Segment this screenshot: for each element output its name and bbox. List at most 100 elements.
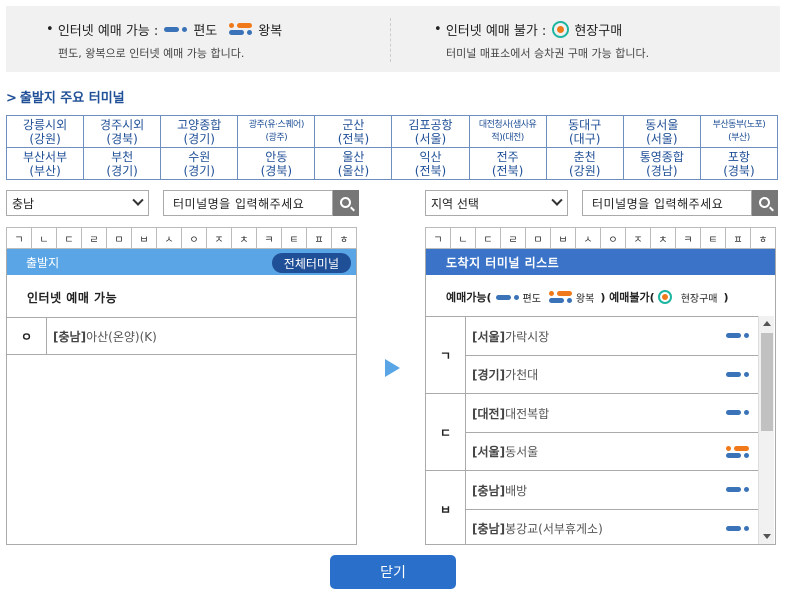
initial-consonant: ㅇ bbox=[7, 318, 47, 354]
consonant-filter-5[interactable]: ㅂ bbox=[550, 227, 576, 249]
arrival-header: 도착지 터미널 리스트 bbox=[426, 249, 775, 275]
list-item[interactable]: [충남] 봉강교(서부휴게소) bbox=[466, 509, 758, 544]
consonant-filter-2[interactable]: ㄷ bbox=[56, 227, 82, 249]
list-item[interactable]: [경기] 가천대 bbox=[466, 355, 758, 393]
departure-subheader: 인터넷 예매 가능 bbox=[27, 291, 118, 305]
consonant-filter-12[interactable]: ㅍ bbox=[306, 227, 332, 249]
consonant-filter-11[interactable]: ㅌ bbox=[281, 227, 307, 249]
list-item[interactable]: ㅇ [충남] 아산(온양)(K) bbox=[7, 317, 356, 355]
oneway-icon bbox=[726, 370, 750, 378]
major-terminal-cell[interactable]: 경주시외 (경북) bbox=[83, 115, 162, 148]
legend-online-desc: 편도, 왕복으로 인터넷 예매 가능 합니다. bbox=[58, 47, 245, 60]
major-terminal-cell[interactable]: 광주(유·스퀘어) (광주) bbox=[237, 115, 316, 148]
arrival-group: ㄱ [서울] 가락시장 [경기] 가천대 bbox=[426, 316, 758, 393]
consonant-filter-8[interactable]: ㅈ bbox=[206, 227, 232, 249]
legend-site-label: 현장구매 bbox=[574, 23, 623, 39]
consonant-filter-7[interactable]: ㅇ bbox=[600, 227, 626, 249]
arrival-group: ㅂ [충남] 배방 [충남] 봉강교(서부휴게소) bbox=[426, 470, 758, 544]
consonant-filter-7[interactable]: ㅇ bbox=[181, 227, 207, 249]
list-item[interactable]: [대전] 대전복합 bbox=[466, 394, 758, 432]
terminal-name[interactable]: [충남] 아산(온양)(K) bbox=[47, 318, 157, 354]
consonant-filter-4[interactable]: ㅁ bbox=[525, 227, 551, 249]
initial-consonant: ㅂ bbox=[426, 471, 466, 544]
arrival-panel: 도착지 터미널 리스트 예매가능( 편도 왕복 ) 예매불가( 현장구매 ) ㄱ… bbox=[425, 249, 776, 545]
consonant-filter-3[interactable]: ㄹ bbox=[500, 227, 526, 249]
consonant-filter-2[interactable]: ㄷ bbox=[475, 227, 501, 249]
close-button[interactable]: 닫기 bbox=[330, 555, 456, 589]
major-terminal-cell[interactable]: 춘천 (강원) bbox=[545, 147, 624, 180]
major-terminal-cell[interactable]: 안동 (경북) bbox=[237, 147, 316, 180]
chevron-right-icon: > bbox=[6, 91, 17, 106]
search-icon bbox=[758, 196, 770, 208]
consonant-filter-5[interactable]: ㅂ bbox=[131, 227, 157, 249]
initial-consonant: ㄷ bbox=[426, 394, 466, 470]
departure-search-input[interactable]: 터미널명을 입력해주세요 bbox=[163, 190, 333, 216]
scroll-down-icon[interactable] bbox=[763, 534, 771, 539]
search-icon bbox=[339, 196, 351, 208]
consonant-filter-4[interactable]: ㅁ bbox=[106, 227, 132, 249]
major-terminal-cell[interactable]: 동대구 (대구) bbox=[545, 115, 624, 148]
legend-divider bbox=[390, 18, 391, 62]
consonant-filter-0[interactable]: ㄱ bbox=[6, 227, 32, 249]
major-terminal-cell[interactable]: 수원 (경기) bbox=[160, 147, 239, 180]
consonant-filter-13[interactable]: ㅎ bbox=[750, 227, 776, 249]
arrival-search-input[interactable]: 터미널명을 입력해주세요 bbox=[582, 190, 752, 216]
consonant-filter-11[interactable]: ㅌ bbox=[700, 227, 726, 249]
departure-search-button[interactable] bbox=[333, 190, 359, 216]
consonant-filter-1[interactable]: ㄴ bbox=[31, 227, 57, 249]
consonant-filter-12[interactable]: ㅍ bbox=[725, 227, 751, 249]
consonant-filter-1[interactable]: ㄴ bbox=[450, 227, 476, 249]
major-terminal-cell[interactable]: 강릉시외 (강원) bbox=[5, 115, 85, 148]
roundtrip-icon bbox=[548, 289, 573, 305]
arrival-search-button[interactable] bbox=[752, 190, 778, 216]
arrival-list: ㄱ [서울] 가락시장 [경기] 가천대 ㄷ [대전] 대전복합 [서울] 동서울 ㅂ [충남] 배방[… bbox=[426, 316, 758, 544]
major-terminal-cell[interactable]: 부천 (경기) bbox=[83, 147, 162, 180]
major-terminal-cell[interactable]: 김포공항 (서울) bbox=[391, 115, 470, 148]
oneway-icon bbox=[164, 25, 188, 33]
scroll-thumb[interactable] bbox=[761, 333, 773, 431]
major-terminal-cell[interactable]: 군산 (전북) bbox=[314, 115, 393, 148]
arrival-legend: 예매가능( 편도 왕복 ) 예매불가( 현장구매 ) bbox=[446, 289, 729, 305]
list-item[interactable]: [서울] 가락시장 bbox=[466, 317, 758, 355]
legend-offline-desc: 터미널 매표소에서 승차권 구매 가능 합니다. bbox=[446, 47, 650, 60]
major-terminal-cell[interactable]: 포항 (경북) bbox=[699, 147, 779, 180]
consonant-filter-10[interactable]: ㅋ bbox=[256, 227, 282, 249]
consonant-filter-3[interactable]: ㄹ bbox=[81, 227, 107, 249]
oneway-icon bbox=[726, 485, 750, 493]
consonant-filter-8[interactable]: ㅈ bbox=[625, 227, 651, 249]
major-terminal-cell[interactable]: 동서울 (서울) bbox=[622, 115, 701, 148]
major-terminal-cell[interactable]: 울산 (울산) bbox=[314, 147, 393, 180]
departure-panel: 출발지 전체터미널 인터넷 예매 가능 ㅇ [충남] 아산(온양)(K) bbox=[6, 249, 357, 545]
major-terminal-cell[interactable]: 전주 (전북) bbox=[468, 147, 547, 180]
major-terminal-cell[interactable]: 고양종합 (경기) bbox=[160, 115, 239, 148]
consonant-filter-9[interactable]: ㅊ bbox=[650, 227, 676, 249]
scroll-up-icon[interactable] bbox=[763, 321, 771, 326]
oneway-icon bbox=[726, 331, 750, 339]
oneway-icon bbox=[726, 524, 750, 532]
oneway-icon bbox=[726, 408, 750, 416]
onsite-purchase-icon bbox=[657, 290, 672, 304]
departure-region-select[interactable]: 충남 bbox=[6, 190, 149, 216]
consonant-filter-0[interactable]: ㄱ bbox=[425, 227, 451, 249]
oneway-icon bbox=[495, 293, 520, 301]
all-terminals-button[interactable]: 전체터미널 bbox=[271, 253, 351, 273]
scrollbar[interactable] bbox=[758, 316, 774, 544]
consonant-filter-10[interactable]: ㅋ bbox=[675, 227, 701, 249]
major-terminal-cell[interactable]: 부산동부(노포) (부산) bbox=[699, 115, 779, 148]
departure-consonant-filter: ㄱㄴㄷㄹㅁㅂㅅㅇㅈㅊㅋㅌㅍㅎ bbox=[6, 227, 357, 249]
consonant-filter-13[interactable]: ㅎ bbox=[331, 227, 357, 249]
consonant-filter-9[interactable]: ㅊ bbox=[231, 227, 257, 249]
arrival-region-select[interactable]: 지역 선택 bbox=[425, 190, 568, 216]
major-terminal-cell[interactable]: 익산 (전북) bbox=[391, 147, 470, 180]
legend-offline-label: 인터넷 예매 불가 : bbox=[445, 23, 547, 39]
major-terminal-cell[interactable]: 통영종합 (경남) bbox=[622, 147, 701, 180]
consonant-filter-6[interactable]: ㅅ bbox=[156, 227, 182, 249]
major-terminal-grid: 강릉시외 (강원) 경주시외 (경북) 고양종합 (경기) 광주(유·스퀘어) (광주) 군산(… bbox=[5, 115, 779, 180]
bullet: • bbox=[46, 21, 58, 37]
bullet: • bbox=[434, 21, 446, 37]
major-terminal-cell[interactable]: 대전청사(샘사유 적)(대전) bbox=[468, 115, 547, 148]
list-item[interactable]: [서울] 동서울 bbox=[466, 432, 758, 470]
list-item[interactable]: [충남] 배방 bbox=[466, 471, 758, 509]
major-terminal-cell[interactable]: 부산서부 (부산) bbox=[5, 147, 85, 180]
consonant-filter-6[interactable]: ㅅ bbox=[575, 227, 601, 249]
